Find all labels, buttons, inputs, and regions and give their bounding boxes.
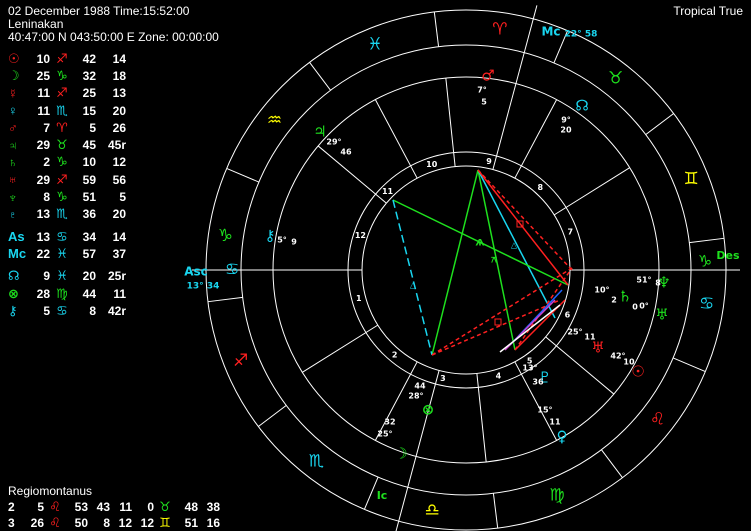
chart-planet-degree: 15°	[537, 406, 552, 415]
chart-planet-minute: 10	[623, 358, 635, 367]
semisextile-aspect-marker: Ѧ	[476, 239, 485, 249]
zodiac-ring-sign-icon: ♈	[492, 19, 507, 39]
chart-planet-degree: 25°	[377, 430, 392, 439]
zodiac-ring-sign-icon: ♊	[684, 169, 699, 189]
aspect-line	[431, 299, 561, 356]
chart-planet-icon: ♄	[618, 288, 631, 306]
sign-divider-line	[207, 296, 243, 303]
chart-planet-minute: 32	[384, 418, 395, 427]
aspect-line	[392, 199, 433, 356]
midheaven-label: Mc	[541, 25, 560, 39]
square-aspect-marker	[494, 318, 502, 326]
sign-divider-line	[258, 405, 287, 427]
chart-planet-minute: 46	[340, 148, 352, 157]
zodiac-ring-sign-icon: ♌	[650, 410, 665, 430]
sign-divider-line	[492, 493, 499, 529]
chart-planet-degree: 5°	[277, 236, 287, 245]
zodiac-ring-sign-icon: ♋	[699, 294, 714, 314]
chart-wheel: ♈♓♒♑♐♏♎♍♌♋♊♉123 456789101112Asc13° 34♋Des…	[184, 5, 740, 531]
chart-planet-minute: 11	[584, 333, 596, 342]
house-number-label: 8	[537, 183, 543, 192]
sign-divider-line	[645, 113, 674, 135]
house-cusp-line	[317, 145, 387, 204]
chart-planet-degree: 0°	[639, 302, 649, 311]
house-number-label: 10	[426, 160, 438, 169]
chart-planet-degree: 7°	[477, 86, 487, 95]
zodiac-ring-sign-icon: ♏	[309, 451, 324, 471]
house-number-label: 4	[496, 372, 502, 381]
aspect-line	[431, 169, 479, 356]
chart-planet-degree: 25°	[567, 328, 582, 337]
chart-planet-degree: 9°	[561, 116, 571, 125]
zodiac-ring-sign-icon: ♐	[233, 351, 248, 371]
house-number-label: 12	[355, 231, 366, 240]
quincunx-aspect-marker: ⚻	[491, 256, 497, 266]
sign-divider-line	[672, 357, 706, 373]
chart-planet-icon: ♅	[655, 306, 668, 324]
chart-planet-icon: ♃	[313, 123, 326, 141]
chart-planet-minute: 2	[611, 296, 617, 305]
aspect-line	[499, 304, 561, 353]
chart-planet-minute: 11	[549, 418, 561, 427]
chart-planet-minute: 20	[560, 126, 572, 135]
zodiac-ring-sign-icon: ♒	[267, 110, 282, 130]
house-cusp-line	[374, 99, 418, 179]
house-number-label: 11	[382, 187, 394, 196]
house-number-label: 9	[486, 157, 492, 166]
zodiac-ring-sign-icon: ♉	[608, 69, 623, 89]
zodiac-ring-sign-icon: ♍	[549, 485, 564, 505]
descendant-label: Des	[716, 249, 740, 262]
chart-planet-minute: 0	[632, 303, 638, 312]
sign-divider-line	[689, 237, 725, 244]
chart-planet-degree: 51°	[636, 276, 651, 285]
chart-planet-minute: 36	[532, 378, 544, 387]
chart-planet-minute: 9	[291, 238, 297, 247]
chart-planet-icon: ♀	[557, 428, 568, 446]
chart-planet-degree: 10°	[594, 286, 609, 295]
house-number-label: 3	[440, 374, 446, 383]
chart-planet-minute: 44	[414, 382, 426, 391]
house-cusp-line	[514, 99, 558, 179]
sign-divider-line	[601, 449, 623, 478]
imum-coeli-label: Ic	[377, 489, 388, 502]
chart-planet-degree: 29°	[326, 138, 341, 147]
ascendant-label: Asc	[184, 265, 208, 279]
chart-planet-minute: 5	[481, 98, 487, 107]
house-number-label: 2	[392, 351, 398, 360]
chart-planet-minute: 8	[655, 279, 661, 288]
trine-aspect-marker: △	[511, 241, 518, 250]
chart-planet-icon: ♂	[481, 67, 494, 85]
zodiac-ring-sign-icon: ♓	[367, 35, 382, 55]
trine-aspect-marker: △	[410, 281, 417, 290]
house-cusp-line	[553, 167, 630, 216]
descendant-sign-icon: ♑	[698, 252, 712, 271]
ascendant-sign-icon: ♋	[225, 260, 239, 279]
house-number-label: 6	[565, 311, 571, 320]
chart-planet-icon: ⚷	[265, 227, 276, 245]
sign-divider-line	[226, 167, 260, 183]
zodiac-ring-sign-icon: ♎	[425, 501, 440, 521]
house-number-label: 1	[356, 294, 362, 303]
ascendant-degree: 13° 34	[187, 282, 220, 292]
chart-planet-degree: 13°	[522, 364, 537, 373]
house-cusp-line	[302, 324, 379, 373]
chart-planet-icon: ⊗	[422, 401, 435, 419]
sign-divider-line	[433, 11, 440, 47]
sign-divider-line	[309, 62, 331, 91]
midheaven-degree: 22° 58	[565, 30, 598, 40]
chart-planet-icon: ☊	[575, 97, 588, 115]
zodiac-ring-sign-icon: ♑	[218, 226, 233, 246]
chart-planet-icon: ☽	[394, 445, 407, 463]
house-number-label: 7	[568, 228, 574, 237]
chart-planet-degree: 28°	[408, 392, 423, 401]
